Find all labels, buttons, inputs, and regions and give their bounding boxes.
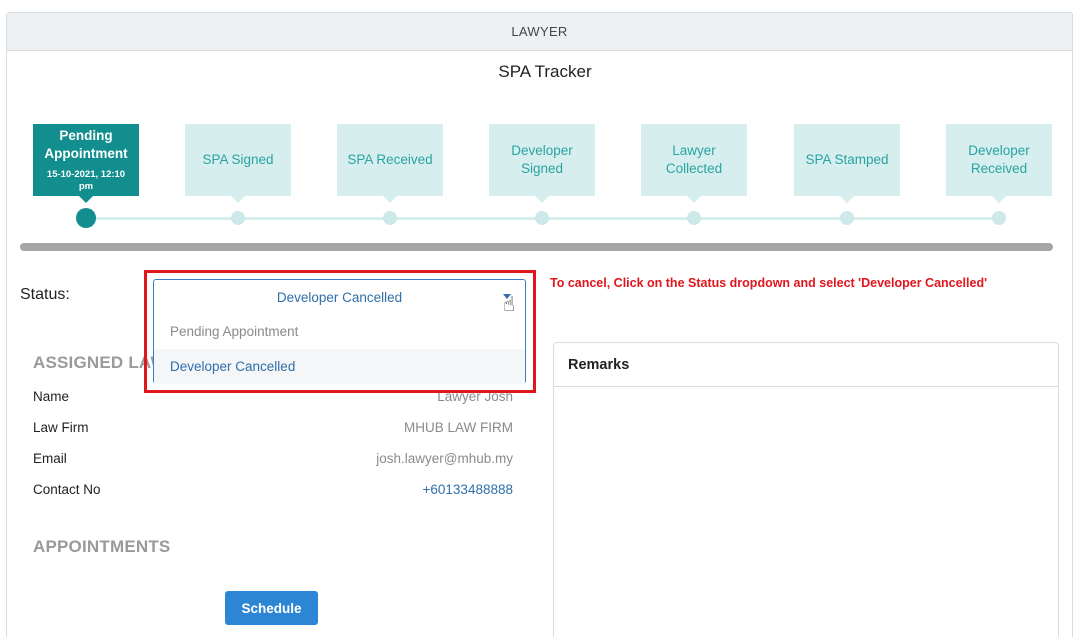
step-lawyer-collected[interactable]: Lawyer Collected [641, 124, 747, 203]
step-pointer [687, 196, 701, 203]
schedule-button[interactable]: Schedule [225, 591, 318, 625]
step-spa-signed[interactable]: SPA Signed [185, 124, 291, 203]
step-date: 15-10-2021, 12:10 pm [46, 169, 126, 192]
step-spa-received[interactable]: SPA Received [337, 124, 443, 203]
status-label: Status: [20, 286, 70, 303]
step-label: SPA Stamped [805, 152, 889, 167]
tracker-dot-active [76, 208, 96, 228]
step-label: Pending Appointment [44, 128, 128, 161]
tracker-title: SPA Tracker [498, 62, 592, 81]
email-value: josh.lawyer@mhub.my [376, 451, 513, 466]
remarks-panel: Remarks [553, 342, 1059, 637]
step-label: Developer Received [968, 143, 1030, 176]
step-pending-appointment[interactable]: Pending Appointment 15-10-2021, 12:10 pm [33, 124, 139, 203]
step-label: SPA Received [347, 152, 433, 167]
step-label: SPA Signed [202, 152, 274, 167]
cancel-instruction-note: To cancel, Click on the Status dropdown … [550, 276, 988, 290]
status-selected-value: Developer Cancelled [276, 289, 403, 305]
step-pointer [840, 196, 854, 203]
status-option-developer-cancelled[interactable]: Developer Cancelled [154, 349, 525, 384]
appointments-title: APPOINTMENTS [33, 537, 171, 556]
panel-header: LAWYER [7, 13, 1072, 51]
email-label: Email [33, 451, 67, 466]
step-developer-received[interactable]: Developer Received [946, 124, 1052, 203]
step-pointer [383, 196, 397, 203]
step-spa-stamped[interactable]: SPA Stamped [794, 124, 900, 203]
status-option-pending[interactable]: Pending Appointment [154, 314, 525, 349]
status-dropdown-selected[interactable]: Developer Cancelled ☝ [154, 280, 525, 316]
law-firm-value: MHUB LAW FIRM [404, 420, 513, 435]
status-dropdown[interactable]: Developer Cancelled ☝ Pending Appointmen… [153, 279, 526, 384]
tracker-dot [535, 211, 549, 225]
tracker-dot [992, 211, 1006, 225]
step-pointer [79, 196, 93, 203]
step-label: Developer Signed [511, 143, 573, 176]
hand-pointer-icon: ☝ [502, 294, 515, 316]
tracker-dot [231, 211, 245, 225]
step-pointer [535, 196, 549, 203]
contact-phone-link[interactable]: +60133488888 [423, 482, 513, 497]
step-developer-signed[interactable]: Developer Signed [489, 124, 595, 203]
step-pointer [992, 196, 1006, 203]
step-pointer [231, 196, 245, 203]
name-label: Name [33, 389, 70, 404]
tracker-dot [383, 211, 397, 225]
remarks-title: Remarks [554, 343, 1058, 387]
law-firm-label: Law Firm [33, 420, 89, 435]
tracker-dot [687, 211, 701, 225]
contact-label: Contact No [33, 482, 101, 497]
tracker-dot [840, 211, 854, 225]
horizontal-scrollbar[interactable] [20, 243, 1053, 251]
step-label: Lawyer Collected [665, 143, 723, 176]
